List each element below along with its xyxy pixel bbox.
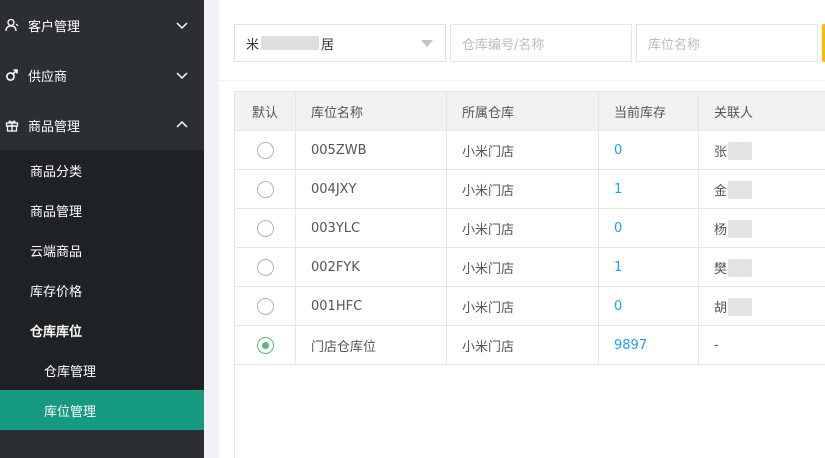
product-submenu: 商品分类 商品管理 云端商品 库存价格 仓库库位 仓库管理 库位管理	[0, 150, 204, 430]
location-name-cell: 001HFC	[296, 287, 447, 326]
chevron-down-icon	[176, 22, 188, 30]
store-select-prefix: 米	[246, 37, 260, 53]
table-cell	[235, 131, 296, 170]
default-radio[interactable]	[256, 181, 274, 198]
store-select[interactable]: 米 居	[234, 24, 446, 62]
contact-name: 胡	[714, 301, 728, 316]
main-panel: 米 居 仓库编号/名称 库位名称 默认 库位名称 所属仓库 当前库存 关联人 0…	[219, 0, 825, 458]
chevron-up-icon	[176, 120, 188, 128]
contact-cell: 樊	[699, 248, 825, 287]
contact-cell: -	[714, 338, 719, 353]
sidebar: 客户管理 供应商 商品管理 商品分类 商品管理 云端商品 库存价格 仓库库位 仓…	[0, 0, 204, 458]
sidebar-item-product-management[interactable]: 商品管理	[0, 190, 204, 230]
contact-name: 樊	[714, 262, 728, 277]
warehouse-cell: 小米门店	[447, 287, 599, 326]
table-row[interactable]: 001HFC 小米门店 0 胡	[235, 287, 825, 326]
contact-name: 杨	[714, 223, 728, 238]
menu-label: 供应商	[28, 69, 68, 85]
default-radio[interactable]	[256, 142, 274, 159]
header-current-stock: 当前库存	[599, 92, 699, 131]
contact-cell: 胡	[699, 287, 825, 326]
location-name-input[interactable]: 库位名称	[636, 24, 818, 62]
table-row[interactable]: 002FYK 小米门店 1 樊	[235, 248, 825, 287]
sidebar-item-cloud-products[interactable]: 云端商品	[0, 230, 204, 270]
redacted-text	[728, 297, 753, 316]
menu-label: 客户管理	[28, 19, 81, 35]
header-warehouse: 所属仓库	[447, 92, 599, 131]
contact-name: 张	[714, 145, 728, 160]
redacted-text	[728, 141, 753, 160]
default-radio[interactable]	[256, 259, 274, 276]
sidebar-item-product-category[interactable]: 商品分类	[0, 150, 204, 190]
stock-cell[interactable]: 9897	[599, 326, 699, 365]
warehouse-cell: 小米门店	[447, 170, 599, 209]
menu-label: 商品管理	[28, 119, 81, 135]
gift-icon	[4, 117, 20, 133]
header-contact: 关联人	[714, 106, 754, 121]
default-radio[interactable]	[256, 220, 274, 237]
table-header-row: 默认 库位名称 所属仓库 当前库存 关联人	[235, 92, 825, 131]
stock-cell[interactable]: 0	[599, 131, 699, 170]
sidebar-item-location-management[interactable]: 库位管理	[0, 390, 204, 430]
redacted-text	[728, 258, 753, 277]
location-name-cell: 003YLC	[296, 209, 447, 248]
warehouse-cell: 小米门店	[447, 248, 599, 287]
warehouse-search-input[interactable]: 仓库编号/名称	[450, 24, 632, 62]
divider	[219, 80, 825, 81]
table-row[interactable]: 005ZWB 小米门店 0 张	[235, 131, 825, 170]
chevron-down-icon	[176, 72, 188, 80]
table-row[interactable]: 004JXY 小米门店 1 金	[235, 170, 825, 209]
contact-cell: 杨	[699, 209, 825, 248]
default-radio[interactable]	[256, 298, 274, 315]
table-cell	[235, 326, 296, 365]
menu-product-management[interactable]: 商品管理	[0, 100, 204, 150]
stock-cell[interactable]: 1	[599, 248, 699, 287]
contact-cell: 金	[699, 170, 825, 209]
header-default: 默认	[235, 92, 296, 131]
stock-cell[interactable]: 0	[599, 209, 699, 248]
table-cell	[235, 287, 296, 326]
table-cell	[235, 170, 296, 209]
menu-customer-management[interactable]: 客户管理	[0, 0, 204, 50]
contact-cell: 张	[699, 131, 825, 170]
table-row[interactable]: 003YLC 小米门店 0 杨	[235, 209, 825, 248]
warehouse-cell: 小米门店	[447, 326, 599, 365]
sidebar-item-stock-price[interactable]: 库存价格	[0, 270, 204, 310]
male-icon	[4, 67, 20, 83]
redacted-text	[728, 219, 753, 238]
location-name-cell: 门店仓库位	[296, 326, 447, 365]
stock-cell[interactable]: 0	[599, 287, 699, 326]
store-select-suffix: 居	[321, 37, 335, 53]
header-location-name: 库位名称	[296, 92, 447, 131]
stock-cell[interactable]: 1	[599, 170, 699, 209]
user-icon	[4, 17, 20, 33]
location-name-cell: 002FYK	[296, 248, 447, 287]
warehouse-cell: 小米门店	[447, 131, 599, 170]
redacted-text	[261, 36, 320, 50]
sidebar-item-warehouse-locations[interactable]: 仓库库位	[0, 310, 204, 350]
table-cell	[235, 209, 296, 248]
location-name-cell: 005ZWB	[296, 131, 447, 170]
sidebar-item-warehouse-management[interactable]: 仓库管理	[0, 350, 204, 390]
location-table: 默认 库位名称 所属仓库 当前库存 关联人 005ZWB 小米门店 0 张 00…	[234, 91, 825, 458]
contact-name: 金	[714, 184, 728, 199]
redacted-text	[728, 180, 753, 199]
location-name-cell: 004JXY	[296, 170, 447, 209]
warehouse-cell: 小米门店	[447, 209, 599, 248]
table-cell	[235, 248, 296, 287]
menu-supplier[interactable]: 供应商	[0, 50, 204, 100]
caret-down-icon	[421, 40, 433, 47]
table-row[interactable]: 门店仓库位 小米门店 9897 -	[235, 326, 825, 365]
default-radio-checked[interactable]	[256, 337, 274, 354]
